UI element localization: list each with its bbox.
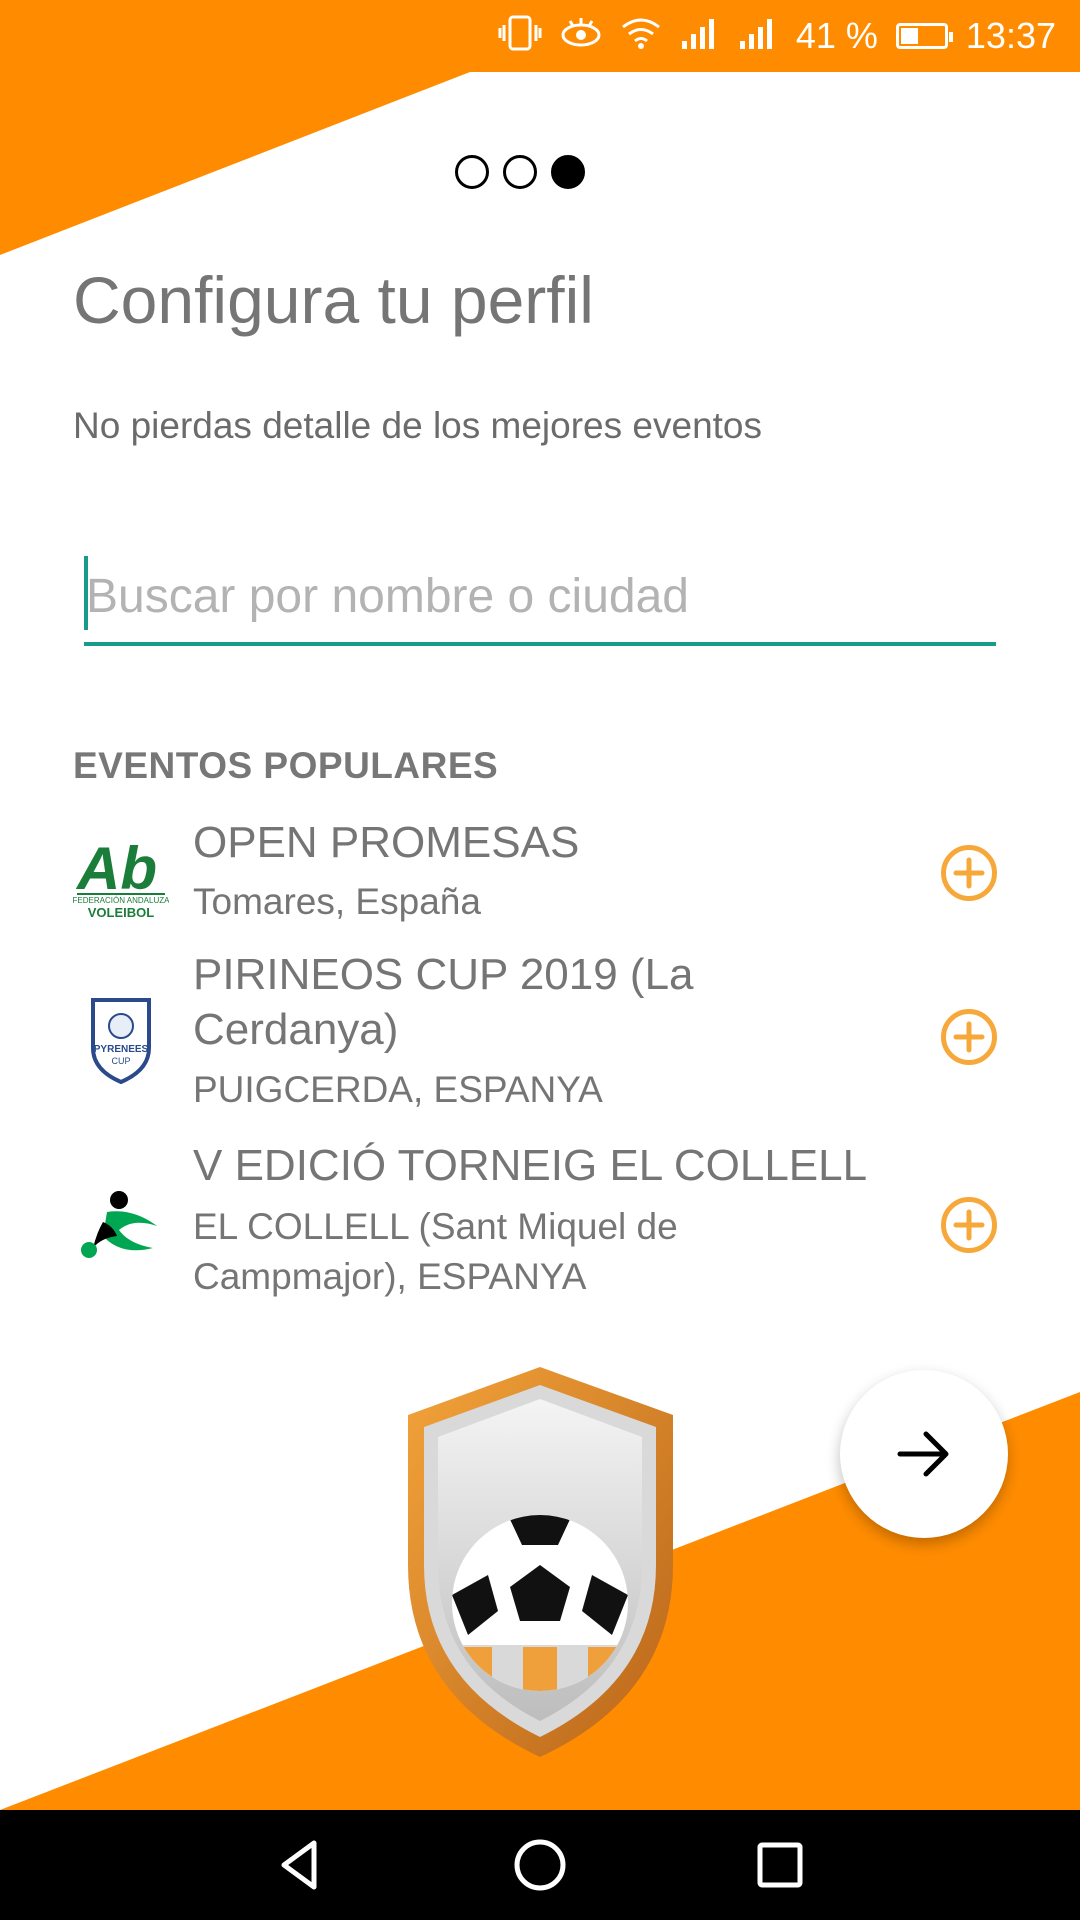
page-indicator <box>455 155 585 189</box>
battery-icon <box>895 23 953 49</box>
recents-icon[interactable] <box>750 1835 810 1895</box>
navigation-bar <box>0 1810 1080 1920</box>
text-cursor <box>84 556 88 630</box>
event-item[interactable]: PYRENEES CUP PIRINEOS CUP 2019 (La Cerda… <box>0 947 1080 1117</box>
event-location: EL COLLELL (Sant Miquel de Campmajor), E… <box>193 1206 678 1297</box>
svg-text:Ab: Ab <box>75 835 157 902</box>
next-button[interactable] <box>840 1370 1008 1538</box>
signal-icon <box>680 15 720 57</box>
event-name: PIRINEOS CUP 2019 (La Cerdanya) <box>193 950 694 1054</box>
event-item[interactable]: Ab FEDERACIÓN ANDALUZA VOLEIBOL OPEN PRO… <box>0 815 1080 935</box>
popular-events-header: EVENTOS POPULARES <box>73 745 499 786</box>
plus-circle-icon <box>953 1021 985 1053</box>
event-name: V EDICIÓ TORNEIG EL COLLELL <box>193 1141 868 1190</box>
status-bar: 41 % 13:37 <box>0 0 1080 72</box>
add-event-button[interactable] <box>941 1009 997 1065</box>
svg-text:FEDERACIÓN ANDALUZA: FEDERACIÓN ANDALUZA <box>73 896 169 905</box>
svg-text:CUP: CUP <box>111 1056 130 1066</box>
home-icon[interactable] <box>510 1835 570 1895</box>
soccer-shield-logo <box>408 1367 673 1757</box>
pyrenees-cup-logo: PYRENEES CUP <box>91 998 151 1085</box>
event-item[interactable]: V EDICIÓ TORNEIG EL COLLELL EL COLLELL (… <box>0 1138 1080 1298</box>
plus-circle-icon <box>953 1209 985 1241</box>
search-field[interactable] <box>84 550 996 646</box>
add-event-button[interactable] <box>941 845 997 901</box>
svg-text:VOLEIBOL: VOLEIBOL <box>88 905 155 920</box>
svg-text:PYRENEES: PYRENEES <box>94 1044 149 1055</box>
battery-percent: 41 % <box>795 15 878 56</box>
back-icon[interactable] <box>270 1835 330 1895</box>
page-subtitle: No pierdas detalle de los mejores evento… <box>73 405 762 446</box>
clock: 13:37 <box>965 15 1056 56</box>
vibrate-icon <box>498 15 542 57</box>
plus-circle-icon <box>953 857 985 889</box>
arrow-right-icon <box>897 1431 949 1477</box>
event-location: Tomares, España <box>193 881 481 922</box>
search-underline <box>84 642 996 646</box>
page-dot-active <box>551 155 585 189</box>
federacion-andaluza-voleibol-logo: Ab FEDERACIÓN ANDALUZA VOLEIBOL <box>73 835 169 920</box>
eye-comfort-icon <box>560 15 602 57</box>
page-title: Configura tu perfil <box>73 263 594 337</box>
soccer-player-logo <box>81 1191 157 1258</box>
signal-icon <box>738 15 778 57</box>
wifi-icon <box>620 15 662 57</box>
event-location: PUIGCERDA, ESPANYA <box>193 1069 603 1110</box>
event-name: OPEN PROMESAS <box>193 818 580 867</box>
add-event-button[interactable] <box>941 1197 997 1253</box>
search-input[interactable] <box>84 550 996 642</box>
page-dot <box>503 155 537 189</box>
page-dot <box>455 155 489 189</box>
